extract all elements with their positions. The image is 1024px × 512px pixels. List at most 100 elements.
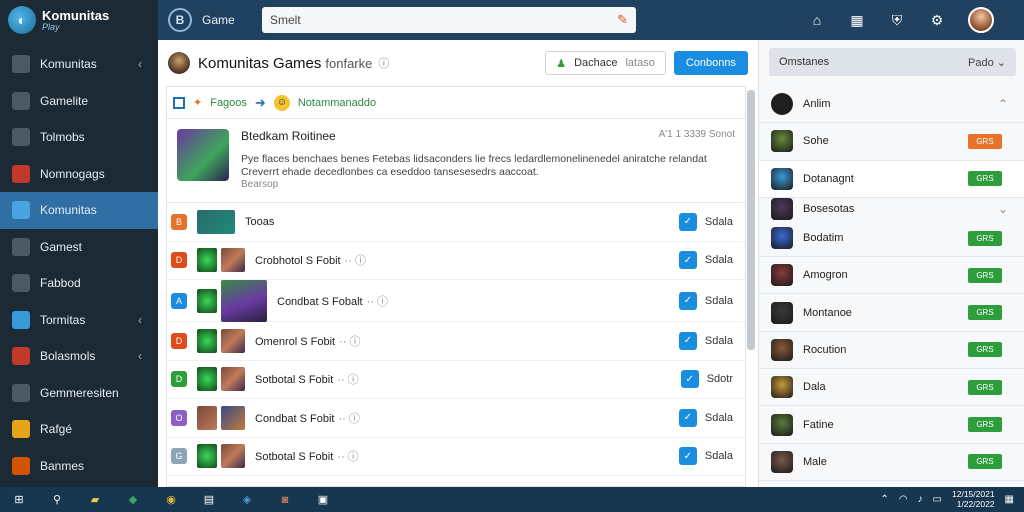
windows-icon[interactable]: ⊞	[10, 492, 28, 508]
app-icon[interactable]: ◆	[124, 492, 142, 508]
row-name[interactable]: Sotbotal S Fobit ·· ⓘ	[255, 448, 359, 464]
featured-post[interactable]: Btedkam Roitinee A'1 1 3339 Sonot Pye fl…	[167, 119, 745, 203]
sidebar-item-3[interactable]: Nomnogags	[0, 156, 158, 193]
status-badge[interactable]: GRS	[968, 342, 1002, 358]
status-badge[interactable]: GRS	[968, 454, 1002, 470]
status-badge[interactable]: GRS	[968, 379, 1002, 395]
list-item[interactable]: Dotanagnt GRS	[759, 160, 1024, 198]
list-item[interactable]: Montanoe GRS	[759, 294, 1024, 332]
calculator-icon[interactable]: ▤	[200, 492, 218, 508]
chevron-left-icon[interactable]: ‹	[138, 313, 158, 327]
status-badge[interactable]: GRS	[968, 230, 1002, 246]
list-item[interactable]: Anlim ⌃	[759, 86, 1024, 124]
check-icon[interactable]: ✓	[678, 331, 697, 350]
select-checkbox[interactable]	[173, 96, 185, 109]
check-icon[interactable]: ✓	[678, 251, 697, 270]
list-item[interactable]: Fatine GRS	[759, 406, 1024, 444]
sidebar-item-2[interactable]: Tolmobs	[0, 119, 158, 156]
info-icon[interactable]: ·· ⓘ	[367, 296, 388, 308]
sidebar-item-7[interactable]: Tormitas ‹	[0, 302, 158, 339]
sidebar-item-5[interactable]: Gamest	[0, 229, 158, 266]
row-name[interactable]: Sotbotal S Fobit ·· ⓘ	[255, 371, 359, 387]
scrollbar-thumb[interactable]	[747, 90, 755, 350]
row-name[interactable]: Omenrol S Fobit ·· ⓘ	[255, 333, 360, 349]
game-icon[interactable]: ◙	[276, 492, 294, 508]
row-action[interactable]: ✓ Sdala	[678, 212, 733, 231]
table-row[interactable]: G Sotbotal S Fobit ·· ⓘ ✓ Sdala	[167, 438, 745, 476]
content-list[interactable]: ✦ Fagoos ➜ ☺ Notammanaddo Btedkam Roitin…	[166, 86, 746, 487]
sidebar-item-11[interactable]: Banmes	[0, 448, 158, 485]
featured-more[interactable]: Bearsop	[241, 179, 735, 190]
info-icon[interactable]: ·· ⓘ	[345, 255, 366, 267]
row-name[interactable]: Condbat S Fobalt ·· ⓘ	[277, 293, 388, 309]
clock[interactable]: 12/15/2021 1/22/2022	[952, 489, 995, 509]
sidebar-item-6[interactable]: Fabbod	[0, 265, 158, 302]
check-icon[interactable]: ✓	[678, 212, 697, 231]
chevron-left-icon[interactable]: ‹	[138, 57, 158, 71]
folder-icon[interactable]: ▰	[86, 492, 104, 508]
grid-icon[interactable]: ▦	[848, 11, 866, 29]
chevron-down-icon[interactable]: ⌄	[998, 202, 1008, 216]
sidebar-item-1[interactable]: Gamelite	[0, 83, 158, 120]
sidebar-item-0[interactable]: Komunitas ‹	[0, 46, 158, 83]
info-icon[interactable]: ·· ⓘ	[339, 336, 360, 348]
chevron-up-icon[interactable]: ⌃	[998, 97, 1008, 111]
info-icon[interactable]: ·· ⓘ	[339, 413, 360, 425]
right-panel-select[interactable]: Pado ⌄	[968, 56, 1006, 69]
table-row[interactable]: D Sotbotal S Fobit ·· ⓘ ✓ Sdotr	[167, 361, 745, 399]
sidebar-item-8[interactable]: Bolasmols ‹	[0, 338, 158, 375]
table-row[interactable]: O Condbat S Fobit ·· ⓘ ✓ Sdala	[167, 399, 745, 438]
row-action[interactable]: ✓ Sdala	[678, 291, 733, 310]
list-item[interactable]: Bosesotas ⌄	[759, 197, 1024, 220]
search-input[interactable]	[270, 13, 618, 27]
search-icon[interactable]: ⚲	[48, 492, 66, 508]
info-icon[interactable]: ·· ⓘ	[337, 451, 358, 463]
sidebar-item-4[interactable]: Komunitas	[0, 192, 158, 229]
home-icon[interactable]: ⌂	[808, 11, 826, 29]
row-action[interactable]: ✓ Sdala	[678, 447, 733, 466]
row-action[interactable]: ✓ Sdala	[678, 331, 733, 350]
breadcrumb-from[interactable]: Fagoos	[210, 97, 247, 109]
list-item[interactable]: Dala GRS	[759, 369, 1024, 407]
chevron-left-icon[interactable]: ‹	[138, 349, 158, 363]
row-name[interactable]: Tooas	[245, 216, 274, 228]
list-item[interactable]: Sohe GRS	[759, 123, 1024, 161]
right-panel-header[interactable]: Omstanes Pado ⌄	[769, 48, 1016, 76]
status-badge[interactable]: GRS	[968, 417, 1002, 433]
photos-icon[interactable]: ▣	[314, 492, 332, 508]
status-badge[interactable]: GRS	[968, 133, 1002, 149]
status-badge[interactable]: GRS	[968, 305, 1002, 321]
shield-icon[interactable]: ⛨	[888, 11, 906, 29]
check-icon[interactable]: ✓	[678, 291, 697, 310]
app-logo[interactable]: ◐ Komunitas Play	[0, 0, 158, 40]
table-row[interactable]: D Omenrol S Fobit ·· ⓘ ✓ Sdala	[167, 322, 745, 361]
row-action[interactable]: ✓ Sdala	[678, 408, 733, 427]
check-icon[interactable]: ✓	[680, 370, 699, 389]
check-icon[interactable]: ✓	[678, 447, 697, 466]
info-icon[interactable]: ·· ⓘ	[337, 374, 358, 386]
battery-icon[interactable]: ▭	[933, 494, 942, 505]
table-row[interactable]: B Tooas ✓ Sdala	[167, 203, 745, 242]
table-row[interactable]: D Crobhotol S Fobit ·· ⓘ ✓ Sdala	[167, 242, 745, 280]
row-action[interactable]: ✓ Sdala	[678, 251, 733, 270]
row-action[interactable]: ✓ Sdotr	[680, 370, 733, 389]
sidebar-item-10[interactable]: Rafgé	[0, 411, 158, 448]
list-item[interactable]: Amogron GRS	[759, 257, 1024, 295]
settings-icon[interactable]: ⚙	[928, 11, 946, 29]
breadcrumb-to[interactable]: Notammanaddo	[298, 97, 376, 109]
volume-icon[interactable]: ♪	[918, 494, 923, 505]
check-icon[interactable]: ✓	[678, 408, 697, 427]
chrome-icon[interactable]: ◉	[162, 492, 180, 508]
sidebar-item-9[interactable]: Gemmeresiten	[0, 375, 158, 412]
status-badge[interactable]: GRS	[968, 267, 1002, 283]
edit-icon[interactable]: ✎	[617, 12, 628, 28]
list-item[interactable]: Male GRS	[759, 444, 1024, 481]
row-name[interactable]: Condbat S Fobit ·· ⓘ	[255, 410, 360, 426]
list-item[interactable]: Bodatim GRS	[759, 220, 1024, 258]
table-row[interactable]: A Condbat S Fobalt ·· ⓘ ✓ Sdala	[167, 279, 745, 322]
status-badge[interactable]: GRS	[968, 171, 1002, 187]
app-badge-icon[interactable]: B	[168, 8, 192, 32]
secondary-button[interactable]: ♟ Dachace lataso	[545, 51, 666, 75]
chevron-up-icon[interactable]: ⌃	[880, 494, 888, 505]
list-item[interactable]: Rocution GRS	[759, 332, 1024, 370]
